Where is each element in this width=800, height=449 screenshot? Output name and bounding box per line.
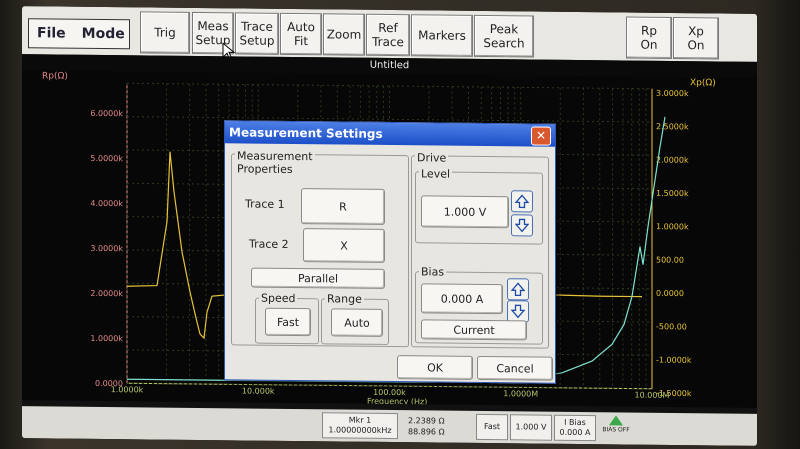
speed-select[interactable]: Fast	[265, 307, 311, 337]
x-axis-tick-label: 1.0000k	[111, 385, 144, 394]
right-axis-tick-label: 1.0000k	[656, 222, 689, 231]
speed-indicator[interactable]: Fast	[476, 413, 508, 441]
auto-fit-button[interactable]: Auto Fit	[280, 12, 322, 56]
marker-frequency: 1.00000000kHz	[328, 425, 392, 436]
triangle-up-icon	[609, 415, 623, 426]
right-axis-tick-label: -1.0000k	[656, 355, 692, 364]
level-down-button[interactable]	[511, 214, 533, 237]
marker-readout: Mkr 1 1.00000000kHz	[322, 412, 398, 440]
left-axis-title: Rp(Ω)	[42, 71, 68, 81]
trace1-select[interactable]: R	[301, 188, 385, 225]
right-axis-tick-label: 1.5000k	[656, 189, 689, 198]
xp-on-button[interactable]: Xp On	[673, 16, 719, 60]
trace-setup-button[interactable]: Trace Setup	[235, 12, 279, 55]
marker-value-2: 88.896 Ω	[408, 427, 445, 437]
range-label: Range	[325, 292, 364, 306]
bias-value-field[interactable]: 0.000 A	[421, 283, 503, 315]
peak-search-button[interactable]: Peak Search	[474, 14, 534, 58]
close-icon[interactable]: ✕	[531, 126, 551, 146]
menu-mode[interactable]: Mode	[74, 26, 133, 43]
dialog-title: Measurement Settings	[225, 121, 555, 147]
trace1-label: Trace 1	[245, 197, 285, 211]
left-axis-tick-label: 2.0000k	[90, 289, 123, 298]
left-axis-tick-label: 5.0000k	[90, 154, 123, 163]
measurement-settings-dialog: Measurement Settings ✕ Measurement Prope…	[224, 120, 556, 384]
left-axis-tick-label: 1.0000k	[90, 334, 123, 343]
drive-label: Drive	[415, 151, 449, 165]
x-axis-tick-label: 10.000k	[242, 386, 275, 395]
arrow-down-icon	[515, 218, 529, 233]
x-axis-title: Frequency (Hz)	[367, 397, 427, 407]
trig-button[interactable]: Trig	[140, 11, 190, 54]
bias-label: Bias	[419, 265, 447, 279]
arrow-up-icon	[511, 282, 525, 297]
right-axis-tick-label: -500.00	[656, 322, 687, 331]
trace2-select[interactable]: X	[303, 228, 385, 263]
level-label: Level	[419, 167, 453, 181]
bias-title: I Bias	[564, 417, 586, 428]
left-axis-tick-label: 3.0000k	[90, 244, 123, 253]
left-axis-tick-label: 4.0000k	[90, 199, 123, 208]
bias-status: 0.000 A	[559, 427, 591, 438]
level-status: 1.000 V	[515, 422, 547, 432]
right-axis-title: Xp(Ω)	[690, 78, 716, 88]
markers-button[interactable]: Markers	[411, 14, 473, 57]
bias-state-label: BIAS OFF	[602, 426, 630, 434]
measurement-properties-label: Measurement Properties	[235, 149, 315, 177]
instrument-screen: File Mode Trig Meas Setup Trace Setup Au…	[22, 6, 757, 446]
parallel-select[interactable]: Parallel	[251, 267, 385, 289]
rp-on-button[interactable]: Rp On	[626, 16, 672, 59]
menu-bar: File Mode	[28, 18, 133, 50]
bias-up-button[interactable]	[507, 278, 529, 301]
bias-indicator[interactable]: I Bias 0.000 A	[554, 414, 596, 442]
x-axis-tick-label: 1.0000M	[503, 389, 538, 398]
right-axis-tick-label: 3.0000k	[656, 89, 689, 98]
cancel-button[interactable]: Cancel	[477, 355, 553, 381]
marker-label: Mkr 1	[348, 415, 372, 425]
right-axis-tick-label: 2.0000k	[656, 155, 689, 164]
arrow-up-icon	[515, 194, 529, 209]
zoom-button[interactable]: Zoom	[323, 13, 365, 56]
marker-value-1: 2.2389 Ω	[408, 416, 445, 426]
bias-down-button[interactable]	[507, 300, 529, 323]
bias-off-indicator[interactable]: BIAS OFF	[599, 414, 633, 442]
ok-button[interactable]: OK	[397, 355, 473, 380]
current-select[interactable]: Current	[421, 319, 527, 341]
level-indicator[interactable]: 1.000 V	[510, 414, 552, 441]
right-axis-tick-label: 500.00	[656, 255, 684, 264]
level-up-button[interactable]	[511, 190, 533, 213]
range-select[interactable]: Auto	[331, 308, 383, 337]
toolbar: File Mode Trig Meas Setup Trace Setup Au…	[22, 6, 757, 62]
trace2-label: Trace 2	[249, 237, 289, 251]
x-axis-tick-label: 10.000M	[635, 391, 670, 400]
ref-trace-button[interactable]: Ref Trace	[366, 13, 410, 57]
right-axis-tick-label: 2.5000k	[656, 122, 689, 131]
arrow-down-icon	[511, 304, 525, 319]
menu-file[interactable]: File	[29, 25, 74, 41]
speed-label: Speed	[259, 291, 298, 306]
left-axis-tick-label: 6.0000k	[90, 109, 123, 118]
level-value-field[interactable]: 1.000 V	[421, 195, 509, 229]
left-axis-ticks: 6.0000k 5.0000k 4.0000k 3.0000k 2.0000k 1.000…	[90, 109, 123, 388]
speed-status: Fast	[483, 421, 501, 432]
right-axis-tick-label: 0.0000	[656, 289, 684, 298]
x-axis-tick-label: 100.00k	[373, 388, 406, 397]
